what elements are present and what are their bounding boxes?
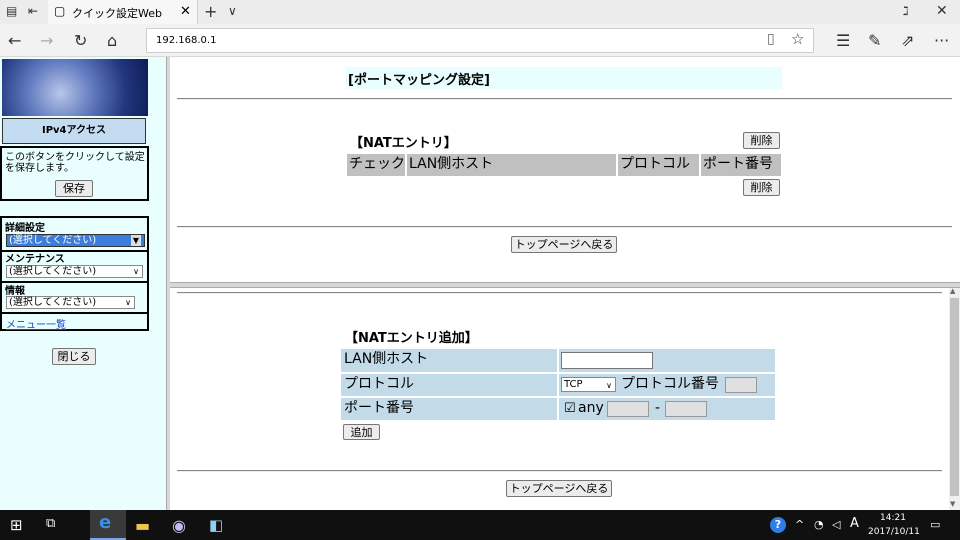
clock-time[interactable]: 14:21 <box>880 513 906 523</box>
protocol-number-label: プロトコル番号 <box>621 376 719 392</box>
share-icon[interactable]: ⇗ <box>901 31 914 50</box>
column-header: チェック <box>347 154 405 176</box>
chevron-down-icon: ∨ <box>125 298 131 307</box>
network-icon[interactable]: ◔ <box>814 518 824 531</box>
clock-date[interactable]: 2017/10/11 <box>868 527 920 537</box>
row-value-protocol: TCP ∨ プロトコル番号 <box>559 374 775 396</box>
maintenance-select[interactable]: (選択してください) ∨ <box>6 265 143 278</box>
column-header: ポート番号 <box>701 154 781 176</box>
page-title: [ポートマッピング設定] <box>348 73 490 88</box>
notes-pen-icon[interactable]: ✎ <box>868 31 881 50</box>
info-value: (選択してください) <box>9 297 97 308</box>
frame-splitter-horizontal[interactable] <box>170 282 960 288</box>
tab-aside-icon[interactable]: ⇤ <box>28 4 38 18</box>
any-label: any <box>578 400 604 416</box>
start-windows-icon[interactable]: ⊞ <box>10 516 23 534</box>
port-start-input[interactable] <box>607 401 649 417</box>
ipv4-access-button[interactable]: IPv4アクセス <box>2 118 146 144</box>
save-button[interactable]: 保存 <box>55 180 93 197</box>
more-icon[interactable]: ··· <box>934 31 949 50</box>
divider <box>177 98 952 100</box>
row-value-host <box>559 349 775 372</box>
any-checkbox[interactable]: ☑ <box>564 398 576 419</box>
chevron-down-icon: ∨ <box>606 381 612 390</box>
save-box: このボタンをクリックして設定を保存します。 保存 <box>0 146 149 201</box>
back-icon[interactable]: ← <box>8 31 21 50</box>
app-icon-notepad[interactable]: ◧ <box>209 516 223 534</box>
taskbar-edge[interactable]: e <box>90 510 126 540</box>
protocol-select[interactable]: TCP ∨ <box>561 377 616 392</box>
notification-icon[interactable]: ▭ <box>930 518 940 531</box>
column-header: プロトコル <box>618 154 699 176</box>
divider <box>2 281 147 283</box>
row-label-host: LAN側ホスト <box>341 349 557 372</box>
column-header: LAN側ホスト <box>407 154 616 176</box>
chevron-down-icon: ∨ <box>133 267 139 276</box>
row-label-port: ポート番号 <box>341 398 557 420</box>
reading-view-icon[interactable]: ▯ <box>767 31 775 47</box>
help-icon[interactable]: ? <box>770 517 786 533</box>
globe-banner <box>2 59 148 116</box>
nat-entry-heading: 【NATエントリ】 <box>350 136 457 151</box>
close-tab-icon[interactable]: ✕ <box>180 4 191 19</box>
page-icon: ▢ <box>54 4 66 18</box>
menu-list-link[interactable]: メニュー一覧 <box>6 316 66 331</box>
tab-list-icon[interactable]: ∨ <box>228 4 237 18</box>
back-to-top-button[interactable]: トップページへ戻る <box>511 236 617 253</box>
maintenance-label: メンテナンス <box>5 254 65 265</box>
detail-settings-select[interactable]: (選択してください) ▼ <box>6 234 145 247</box>
ime-indicator[interactable]: A <box>850 516 859 531</box>
edge-icon: e <box>99 512 112 533</box>
divider <box>2 250 147 252</box>
page-title-bar: [ポートマッピング設定] <box>346 67 782 89</box>
protocol-number-input[interactable] <box>725 377 757 393</box>
favorite-star-icon[interactable]: ☆ <box>791 30 804 48</box>
divider <box>2 312 147 314</box>
add-button[interactable]: 追加 <box>343 424 380 440</box>
chevron-down-icon: ▼ <box>130 235 141 246</box>
minimize-icon[interactable]: ℷ <box>903 4 909 18</box>
favorites-hub-icon[interactable]: ☰ <box>836 31 850 50</box>
tab-title: クイック設定Web <box>72 7 162 20</box>
info-select[interactable]: (選択してください) ∨ <box>6 296 135 309</box>
close-window-icon[interactable]: ✕ <box>936 3 948 19</box>
refresh-icon[interactable]: ↻ <box>74 31 87 50</box>
file-explorer-icon[interactable]: ▬ <box>135 516 150 535</box>
delete-button-top[interactable]: 削除 <box>743 132 780 149</box>
row-value-port: ☑ any - <box>559 398 775 420</box>
save-hint: このボタンをクリックして設定を保存します。 <box>5 152 145 174</box>
new-tab-icon[interactable]: + <box>204 2 217 21</box>
divider <box>177 292 942 294</box>
tray-chevron-icon[interactable]: ^ <box>795 518 804 531</box>
close-button[interactable]: 閉じる <box>52 348 96 365</box>
home-icon[interactable]: ⌂ <box>107 31 117 50</box>
delete-button-bottom[interactable]: 削除 <box>743 179 780 196</box>
port-end-input[interactable] <box>665 401 707 417</box>
address-text: 192.168.0.1 <box>156 35 217 46</box>
divider <box>177 470 942 472</box>
forward-icon[interactable]: → <box>40 31 53 50</box>
protocol-value: TCP <box>564 379 583 390</box>
maintenance-value: (選択してください) <box>9 266 97 277</box>
port-dash: - <box>655 400 661 416</box>
volume-icon[interactable]: ◁ <box>832 518 840 531</box>
detail-settings-label: 詳細設定 <box>5 223 45 234</box>
back-to-top-button-bottom[interactable]: トップページへ戻る <box>506 480 612 497</box>
nat-add-heading: 【NATエントリ追加】 <box>345 331 478 346</box>
row-label-protocol: プロトコル <box>341 374 557 396</box>
task-view-icon[interactable]: ⧉ <box>46 516 55 531</box>
tab-actions-icon[interactable]: ▤ <box>6 4 17 18</box>
divider <box>177 226 952 228</box>
scroll-down-icon[interactable]: ▼ <box>950 500 955 508</box>
address-bar[interactable]: 192.168.0.1 ▯ ☆ <box>146 28 814 53</box>
detail-settings-value: (選択してください) <box>9 235 97 246</box>
tab-quick-setup[interactable]: ▢ クイック設定Web ✕ <box>48 0 198 24</box>
lan-host-input[interactable] <box>561 352 653 369</box>
app-icon-eclipse[interactable]: ◉ <box>172 516 186 535</box>
scroll-up-icon[interactable]: ▲ <box>950 287 955 295</box>
scrollbar-thumb[interactable] <box>950 298 959 496</box>
menu-box: 詳細設定 (選択してください) ▼ メンテナンス (選択してください) ∨ 情報… <box>0 216 149 331</box>
